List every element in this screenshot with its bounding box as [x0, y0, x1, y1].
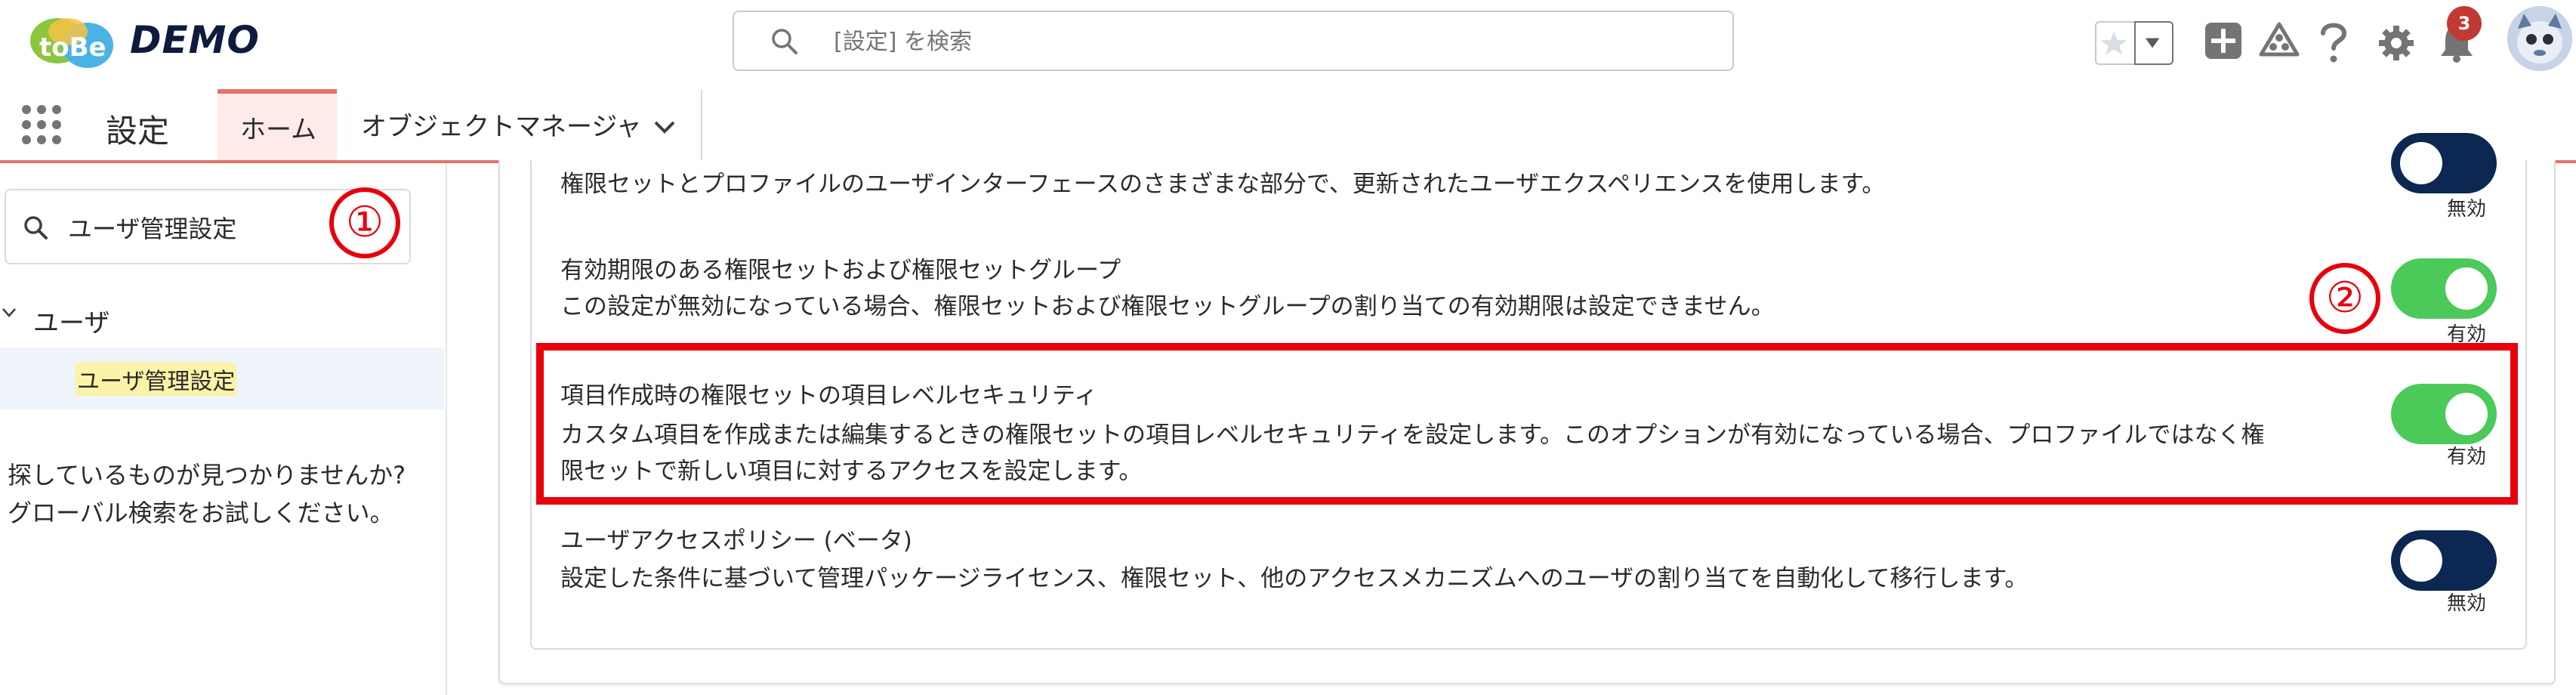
- callout-number-1: ①: [329, 187, 400, 258]
- trailhead-icon[interactable]: [2258, 21, 2300, 60]
- setting-1-description: 権限セットとプロファイルのユーザインターフェースのさまざまな部分で、更新されたユ…: [560, 171, 1886, 198]
- setting-1-status: 無効: [2447, 198, 2487, 221]
- help-icon[interactable]: [2317, 21, 2350, 63]
- chevron-down-icon[interactable]: [652, 116, 677, 137]
- chevron-down-icon[interactable]: [2, 305, 17, 320]
- setting-4-description: 設定した条件に基づいて管理パッケージライセンス、権限セット、他のアクセスメカニズ…: [560, 565, 2028, 592]
- quick-find-input[interactable]: [66, 190, 311, 264]
- global-search-input[interactable]: [832, 12, 1666, 71]
- star-icon[interactable]: [2095, 21, 2136, 65]
- tab-object-manager[interactable]: オブジェクトマネージャ: [338, 89, 702, 160]
- chevron-down-icon[interactable]: [2134, 21, 2173, 65]
- notification-badge: 3: [2447, 6, 2482, 41]
- setting-4-toggle[interactable]: [2391, 530, 2497, 591]
- callout-number-2: ②: [2309, 263, 2380, 334]
- global-search[interactable]: [733, 11, 1734, 71]
- setting-3-description-line2: 限セットで新しい項目に対するアクセスを設定します。: [560, 458, 1143, 485]
- tobe-logo[interactable]: toBe: [23, 12, 121, 76]
- tree-item-label: ユーザ管理設定: [76, 363, 237, 396]
- setting-4-title: ユーザアクセスポリシー (ベータ): [560, 527, 912, 554]
- tree-item-user-management-settings[interactable]: ユーザ管理設定: [0, 348, 444, 409]
- svg-text:toBe: toBe: [39, 32, 106, 63]
- not-found-hint: 探しているものが見つかりませんか? グローバル検索をお試しください。: [8, 456, 438, 532]
- setting-2-description: この設定が無効になっている場合、権限セットおよび権限セットグループの割り当ての有…: [560, 293, 1775, 320]
- not-found-line2: グローバル検索をお試しください。: [8, 499, 394, 527]
- not-found-line1: 探しているものが見つかりませんか?: [8, 461, 406, 490]
- setting-4-status: 無効: [2447, 592, 2487, 615]
- app-launcher-icon[interactable]: [20, 103, 63, 147]
- search-icon: [24, 216, 48, 239]
- app-nav-bar: 設定 ホーム オブジェクトマネージャ: [0, 89, 2576, 163]
- setting-3-description-line1: カスタム項目を作成または編集するときの権限セットの項目レベルセキュリティを設定し…: [560, 422, 2265, 449]
- search-icon: [772, 29, 797, 54]
- app-name: 設定: [106, 113, 170, 150]
- setting-2-toggle[interactable]: [2391, 258, 2497, 319]
- setting-3-title: 項目作成時の権限セットの項目レベルセキュリティ: [560, 382, 1098, 409]
- setup-sidebar: ① ユーザ ユーザ管理設定 探しているものが見つかりませんか? グローバル検索を…: [0, 163, 447, 695]
- global-header: toBe DEMO 3: [0, 0, 2576, 91]
- global-actions-icon[interactable]: [2204, 21, 2243, 60]
- setting-1-toggle[interactable]: [2391, 133, 2497, 193]
- tree-group-label: ユーザ: [33, 308, 110, 338]
- tab-home[interactable]: ホーム: [217, 89, 337, 160]
- org-name: DEMO: [130, 18, 260, 62]
- setting-3-toggle[interactable]: [2391, 384, 2497, 444]
- tab-object-manager-label: オブジェクトマネージャ: [361, 112, 642, 142]
- setting-2-title: 有効期限のある権限セットおよび権限セットグループ: [560, 257, 1121, 284]
- gear-icon[interactable]: [2377, 24, 2415, 62]
- tab-home-label: ホーム: [240, 115, 316, 145]
- avatar[interactable]: [2507, 6, 2572, 71]
- setting-3-status: 有効: [2447, 446, 2487, 468]
- tree-group-users[interactable]: ユーザ: [0, 292, 444, 344]
- favorites-button[interactable]: [2095, 21, 2173, 65]
